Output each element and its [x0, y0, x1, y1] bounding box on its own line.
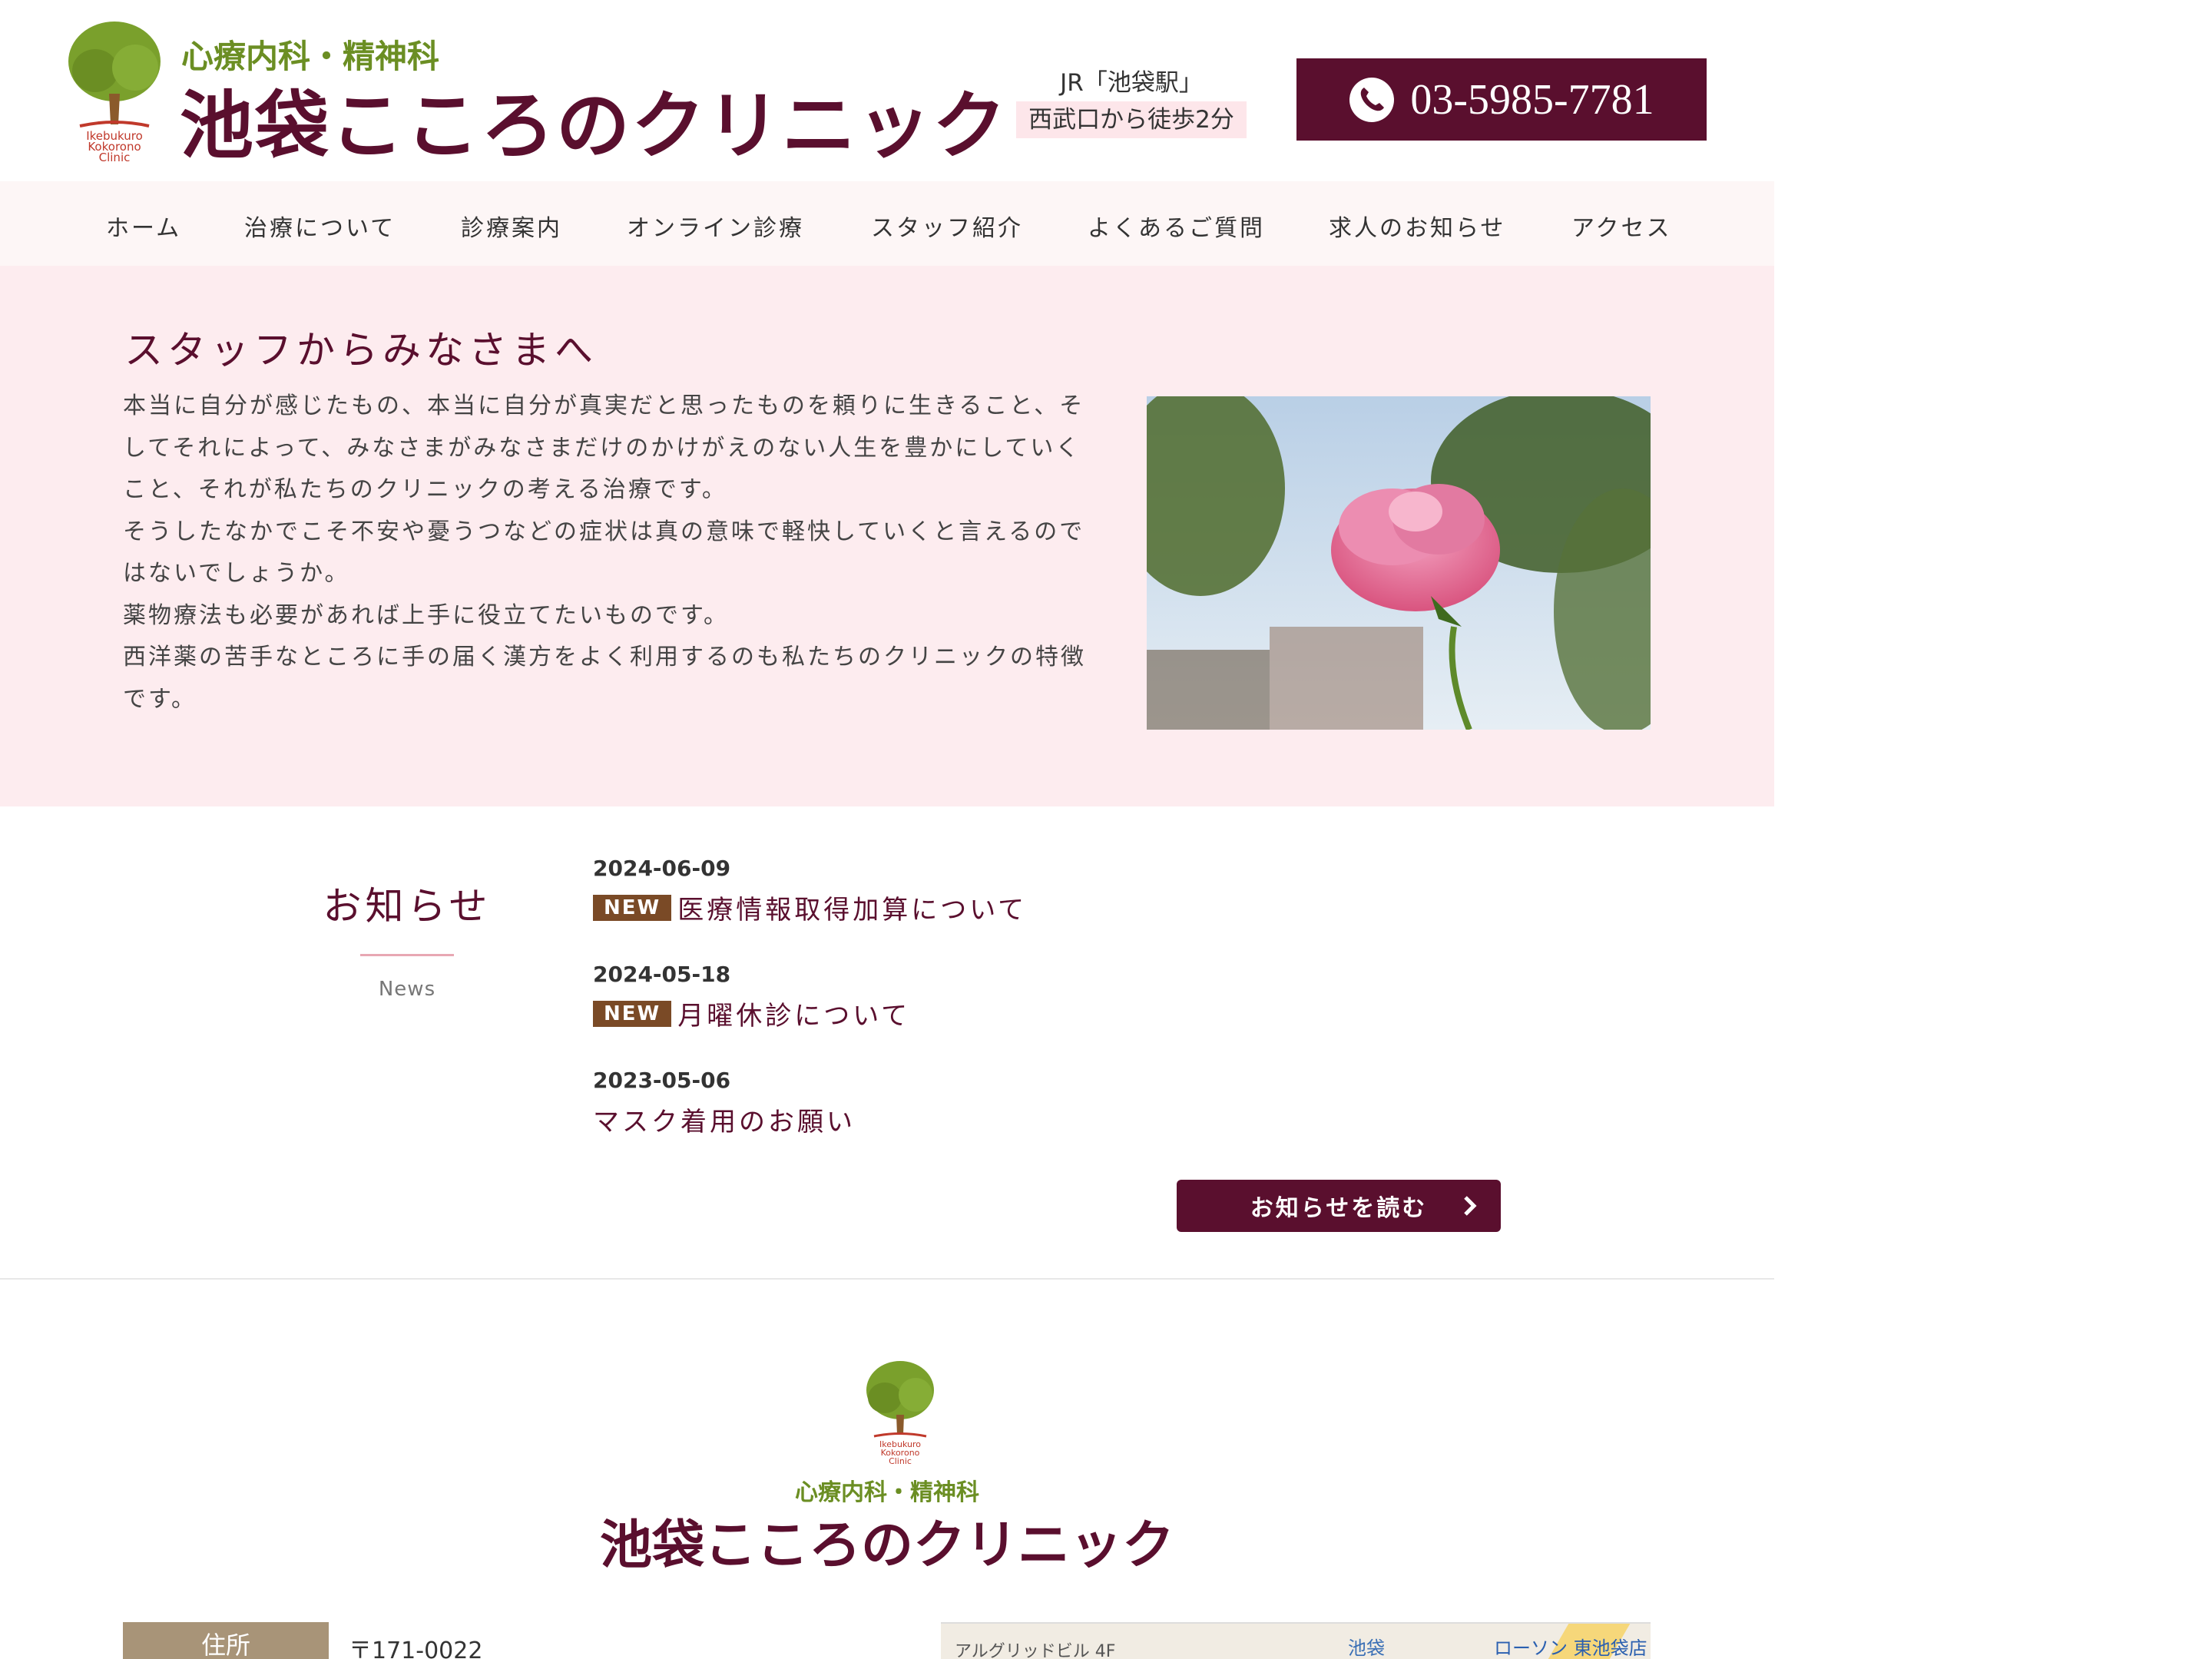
nav-item-clinic-info[interactable]: 診療案内 [461, 209, 562, 243]
new-badge: NEW [593, 894, 672, 921]
map-embed[interactable]: アルグリッドビル 4F 池袋 ローソン 東池袋店 [941, 1622, 1651, 1659]
message-text: 本当に自分が感じたもの、本当に自分が真実だと思ったものを頼りに生きること、そして… [123, 386, 1106, 720]
nav-item-online[interactable]: オンライン診療 [627, 209, 804, 243]
news-item: 2024-06-09 NEW 医療情報取得加算について [593, 856, 1027, 926]
main-nav: ホーム 治療について 診療案内 オンライン診療 スタッフ紹介 よくあるご質問 求… [0, 181, 1774, 266]
news-date: 2023-05-06 [593, 1068, 731, 1093]
news-date: 2024-05-18 [593, 962, 731, 987]
tree-logo-text-3: Clinic [99, 151, 131, 163]
footer-logo-title: 池袋こころのクリニック [599, 1515, 1174, 1576]
footer-tree-logo-icon: Ikebukuro Kokorono Clinic [866, 1361, 934, 1465]
map-label-store: ローソン 東池袋店 [1494, 1637, 1647, 1659]
message-paragraph: 西洋薬の苦手なところに手の届く漢方をよく利用するのも私たちのクリニックの特徴です… [123, 644, 1086, 713]
phone-number: 03-5985-7781 [1410, 75, 1654, 124]
phone-icon [1349, 77, 1395, 122]
news-heading: お知らせ News [292, 876, 522, 1001]
rose-photo [1147, 396, 1651, 730]
read-news-button[interactable]: お知らせを読む [1177, 1180, 1501, 1232]
section-divider [0, 1278, 1774, 1280]
news-item: 2023-05-06 マスク着用のお願い [593, 1068, 856, 1138]
staff-message-section: スタッフからみなさまへ 本当に自分が感じたもの、本当に自分が真実だと思ったものを… [0, 266, 1774, 806]
header: Ikebukuro Kokorono Clinic 心療内科・精神科 池袋こころ… [0, 0, 1774, 181]
message-paragraph: 本当に自分が感じたもの、本当に自分が真実だと思ったものを頼りに生きること、そして… [123, 392, 1085, 503]
station-line-2: 西武口から徒歩2分 [1016, 101, 1247, 138]
news-link[interactable]: マスク着用のお願い [593, 1101, 856, 1138]
news-subtitle: News [378, 978, 436, 1001]
footer-tree-text-3: Clinic [889, 1456, 912, 1465]
nav-item-treatment[interactable]: 治療について [244, 209, 396, 243]
news-item: 2024-05-18 NEW 月曜休診について [593, 962, 910, 1032]
news-row: NEW 月曜休診について [593, 995, 910, 1032]
nav-item-faq[interactable]: よくあるご質問 [1088, 209, 1265, 243]
address-label: 住所 [123, 1622, 329, 1659]
chevron-right-icon [1464, 1196, 1477, 1216]
news-title-underline [360, 954, 454, 956]
nav-item-recruit[interactable]: 求人のお知らせ [1329, 209, 1505, 243]
nav-item-staff[interactable]: スタッフ紹介 [871, 209, 1023, 243]
news-title: お知らせ [323, 884, 492, 929]
page: Ikebukuro Kokorono Clinic 心療内科・精神科 池袋こころ… [0, 0, 1774, 1659]
station-info: JR「池袋駅」 西武口から徒歩2分 [1006, 65, 1257, 138]
nav-item-home[interactable]: ホーム [106, 209, 181, 243]
news-link[interactable]: 医療情報取得加算について [677, 889, 1027, 926]
new-badge: NEW [593, 1000, 672, 1027]
map-label-building: アルグリッドビル 4F [955, 1642, 1116, 1659]
tree-logo-icon[interactable]: Ikebukuro Kokorono Clinic [65, 17, 164, 163]
read-news-label: お知らせを読む [1250, 1195, 1428, 1222]
news-row: NEW 医療情報取得加算について [593, 889, 1027, 926]
news-row: マスク着用のお願い [593, 1101, 856, 1138]
address-value: 〒171-0022 [349, 1637, 483, 1659]
message-paragraph: そうしたなかでこそ不安や憂うつなどの症状は真の意味で軽快していくと言えるのではな… [123, 518, 1085, 588]
message-paragraph: 薬物療法も必要があれば上手に役立てたいものです。 [123, 601, 729, 629]
map-label-station: 池袋 [1348, 1637, 1385, 1659]
section-title: スタッフからみなさまへ [124, 328, 598, 373]
news-link[interactable]: 月曜休診について [677, 995, 910, 1032]
news-date: 2024-06-09 [593, 856, 731, 881]
nav-item-access[interactable]: アクセス [1571, 209, 1672, 243]
logo-title[interactable]: 池袋こころのクリニック [180, 66, 1008, 173]
phone-button[interactable]: 03-5985-7781 [1296, 58, 1707, 141]
station-line-1: JR「池袋駅」 [1060, 69, 1203, 97]
